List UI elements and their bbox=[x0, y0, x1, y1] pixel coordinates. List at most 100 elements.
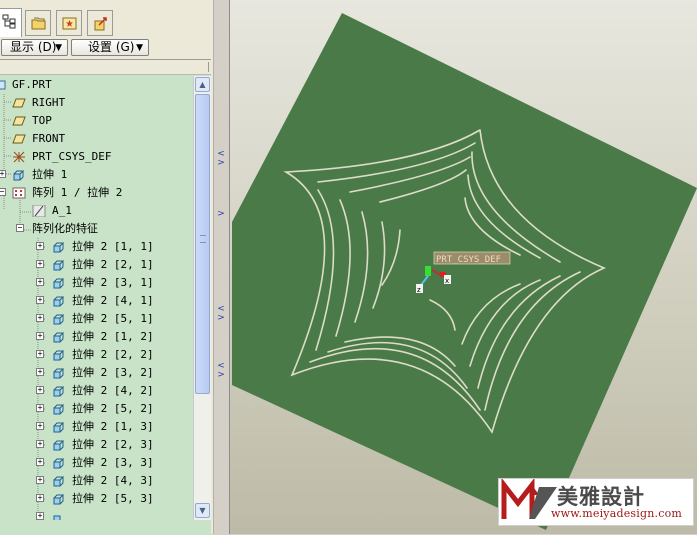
model-tree: GF.PRT RIGHT TOP FRONT PRT_CSYS_DEF + 拉伸… bbox=[0, 59, 211, 535]
tree-item-label: 拉伸 2 [1, 3] bbox=[72, 420, 154, 433]
expand-toggle[interactable]: + bbox=[36, 458, 44, 466]
expand-toggle[interactable]: + bbox=[36, 404, 44, 412]
model-tree-panel: 显示 (D) ▼ 设置 (G) ▼ GF.PRT RIGHT TOP FRONT… bbox=[0, 0, 213, 535]
tree-item-label: 拉伸 2 [3, 2] bbox=[72, 366, 154, 379]
tree-item-label: 拉伸 2 [2, 1] bbox=[72, 258, 154, 271]
tree-item-label: 拉伸 2 [4, 3] bbox=[72, 474, 154, 487]
datum-plane-icon bbox=[12, 134, 26, 144]
expand-toggle[interactable]: + bbox=[36, 476, 44, 484]
model-view: PRT_CSYS_DEF x z bbox=[232, 13, 697, 530]
tree-item-label: 拉伸 2 [3, 3] bbox=[72, 456, 154, 469]
extrude-icon bbox=[53, 515, 61, 520]
expand-toggle[interactable]: + bbox=[36, 422, 44, 430]
axis-z-label: z bbox=[417, 286, 421, 294]
expand-toggle[interactable]: + bbox=[36, 368, 44, 376]
favorites-icon bbox=[62, 17, 77, 30]
pattern-icon bbox=[12, 187, 26, 199]
graphics-window[interactable]: PRT_CSYS_DEF x z bbox=[230, 0, 697, 534]
tree-item-label: 拉伸 2 [1, 1] bbox=[72, 240, 154, 253]
tree-item-label: 拉伸 2 [2, 2] bbox=[72, 348, 154, 361]
expand-toggle[interactable]: + bbox=[36, 512, 44, 520]
scroll-down-button[interactable]: ▼ bbox=[195, 503, 210, 518]
expand-toggle[interactable]: + bbox=[36, 494, 44, 502]
tree-vertical-scrollbar[interactable]: ▲ ▼ bbox=[193, 76, 211, 520]
watermark-url: www.meiyadesign.com bbox=[551, 507, 683, 520]
csys-icon bbox=[13, 151, 25, 163]
datum-plane-icon bbox=[12, 98, 26, 108]
tree-item-label: 阵列化的特征 bbox=[32, 222, 98, 235]
display-dropdown-label: 显示 (D) bbox=[10, 40, 57, 54]
extrude-icon bbox=[53, 296, 65, 307]
tree-item-label: 拉伸 2 [4, 2] bbox=[72, 384, 154, 397]
collapse-toggle[interactable]: − bbox=[0, 188, 6, 196]
tree-item-label: 拉伸 1 bbox=[32, 168, 68, 181]
part-icon bbox=[0, 80, 6, 90]
chevron-down-icon: ▼ bbox=[55, 43, 62, 53]
navigator-tabs bbox=[0, 8, 213, 37]
collapse-left-arrow-icon[interactable]: < > bbox=[216, 150, 226, 168]
extrude-icon bbox=[53, 494, 65, 505]
expand-toggle[interactable]: + bbox=[36, 332, 44, 340]
tree-item-label: 拉伸 2 [4, 1] bbox=[72, 294, 154, 307]
axis-x-label: x bbox=[445, 277, 449, 285]
extrude-icon bbox=[53, 278, 65, 289]
scroll-thumb[interactable] bbox=[195, 94, 210, 394]
datum-plane-icon bbox=[12, 116, 26, 126]
panel-splitter[interactable]: < > > < > < > bbox=[213, 0, 230, 534]
tree-item-label: 阵列 1 / 拉伸 2 bbox=[32, 186, 123, 199]
splitter-grip-icon: > bbox=[217, 209, 225, 219]
extruded-plate bbox=[232, 13, 697, 530]
tree-item-label: GF.PRT bbox=[12, 78, 52, 91]
model-tree-icon bbox=[2, 14, 16, 29]
extrude-icon bbox=[53, 386, 65, 397]
extrude-icon bbox=[53, 458, 65, 469]
scroll-up-button[interactable]: ▲ bbox=[195, 77, 210, 92]
folder-icon bbox=[31, 17, 46, 30]
display-dropdown[interactable]: 显示 (D) ▼ bbox=[1, 39, 68, 56]
extrude-icon bbox=[53, 476, 65, 487]
extrude-icon bbox=[53, 260, 65, 271]
tree-item-label: 拉伸 2 [5, 3] bbox=[72, 492, 154, 505]
tree-item-label: A_1 bbox=[52, 204, 72, 217]
collapse-left-arrow-icon[interactable]: < > bbox=[216, 362, 226, 380]
chevron-down-icon: ▼ bbox=[136, 43, 143, 53]
watermark-logo: 美雅設計 www.meiyadesign.com bbox=[498, 477, 694, 526]
extrude-icon bbox=[53, 242, 65, 253]
extrude-icon bbox=[53, 368, 65, 379]
tab-connections[interactable] bbox=[87, 10, 113, 36]
collapse-left-arrow-icon[interactable]: < > bbox=[216, 305, 226, 323]
settings-dropdown[interactable]: 设置 (G) ▼ bbox=[71, 39, 149, 56]
expand-toggle[interactable]: + bbox=[36, 350, 44, 358]
expand-toggle[interactable]: + bbox=[36, 314, 44, 322]
tab-model-tree[interactable] bbox=[0, 8, 22, 37]
tab-favorites[interactable] bbox=[56, 10, 82, 36]
extrude-icon bbox=[13, 170, 25, 181]
extrude-icon bbox=[53, 440, 65, 451]
extrude-icon bbox=[53, 314, 65, 325]
expand-toggle[interactable]: + bbox=[36, 296, 44, 304]
connections-icon bbox=[94, 17, 107, 31]
expand-toggle[interactable]: + bbox=[36, 242, 44, 250]
expand-toggle[interactable]: + bbox=[36, 386, 44, 394]
tree-item-label: 拉伸 2 [5, 1] bbox=[72, 312, 154, 325]
expand-toggle[interactable]: + bbox=[36, 278, 44, 286]
collapse-toggle[interactable]: − bbox=[16, 224, 24, 232]
tree-item-label: 拉伸 2 [2, 3] bbox=[72, 438, 154, 451]
extrude-icon bbox=[53, 422, 65, 433]
axis-icon bbox=[32, 205, 46, 217]
tree-item-label: RIGHT bbox=[32, 96, 66, 109]
tree-item-label: 拉伸 2 [3, 1] bbox=[72, 276, 154, 289]
csys-label: PRT_CSYS_DEF bbox=[436, 255, 501, 265]
expand-toggle[interactable]: + bbox=[36, 440, 44, 448]
settings-dropdown-label: 设置 (G) bbox=[88, 40, 135, 54]
extrude-icon bbox=[53, 404, 65, 415]
expand-toggle[interactable]: + bbox=[0, 170, 6, 178]
tree-item-label: TOP bbox=[32, 114, 52, 127]
expand-toggle[interactable]: + bbox=[36, 260, 44, 268]
tree-toolbar: 显示 (D) ▼ 设置 (G) ▼ bbox=[0, 38, 213, 58]
tree-item-label: FRONT bbox=[32, 132, 66, 145]
extrude-icon bbox=[53, 350, 65, 361]
tree-item-label: 拉伸 2 [1, 2] bbox=[72, 330, 154, 343]
tab-folder-browser[interactable] bbox=[25, 10, 51, 36]
tree-list: GF.PRT RIGHT TOP FRONT PRT_CSYS_DEF + 拉伸… bbox=[0, 76, 193, 520]
